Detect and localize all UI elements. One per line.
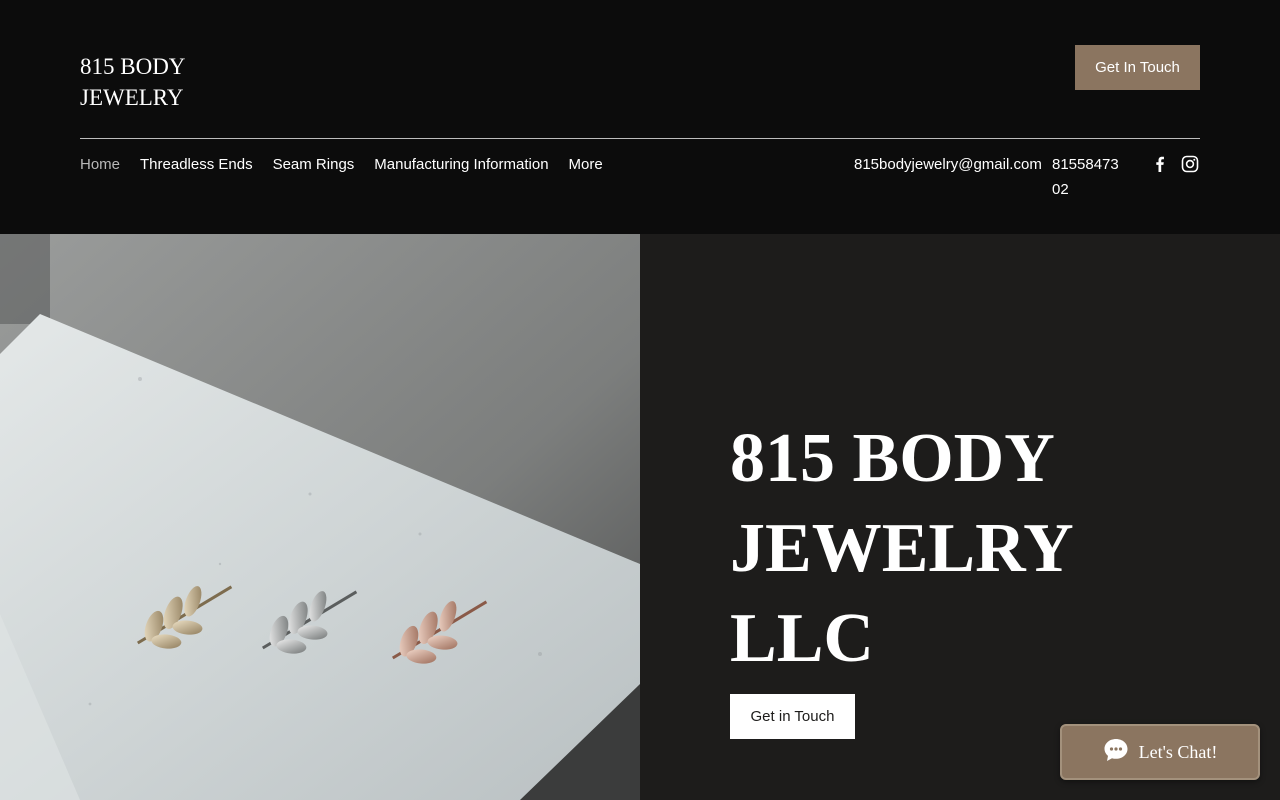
get-in-touch-header-button[interactable]: Get In Touch <box>1075 45 1200 90</box>
facebook-icon[interactable] <box>1151 155 1169 173</box>
hero-panel: 815 BODY JEWELRY LLC Get in Touch <box>640 234 1280 800</box>
nav-item-manufacturing-information[interactable]: Manufacturing Information <box>374 156 548 174</box>
hero-title-line-1: 815 BODY <box>730 420 1055 497</box>
logo-line-1: 815 BODY <box>80 54 186 79</box>
hero-title-line-3: LLC <box>730 600 874 677</box>
chat-widget-button[interactable]: Let's Chat! <box>1060 724 1260 780</box>
instagram-icon[interactable] <box>1181 155 1199 173</box>
main-nav: Home Threadless Ends Seam Rings Manufact… <box>80 156 623 174</box>
contact-phone[interactable]: 8155847302 <box>1052 152 1126 202</box>
site-header: 815 BODY JEWELRY Get In Touch Home Threa… <box>0 0 1280 234</box>
social-links <box>1151 155 1199 173</box>
get-in-touch-hero-button[interactable]: Get in Touch <box>730 694 855 739</box>
hero-title-line-2: JEWELRY <box>730 510 1074 587</box>
nav-item-more[interactable]: More <box>569 156 603 174</box>
chat-bubble-icon <box>1103 737 1129 768</box>
chat-label: Let's Chat! <box>1138 741 1218 762</box>
hero-image-leaf-earrings <box>0 234 640 800</box>
nav-item-seam-rings[interactable]: Seam Rings <box>273 156 355 174</box>
nav-item-home[interactable]: Home <box>80 156 120 174</box>
contact-email[interactable]: 815bodyjewelry@gmail.com <box>854 156 1042 174</box>
site-logo[interactable]: 815 BODY JEWELRY <box>80 51 280 113</box>
header-divider <box>80 138 1200 139</box>
logo-line-2: JEWELRY <box>80 85 184 110</box>
nav-item-threadless-ends[interactable]: Threadless Ends <box>140 156 253 174</box>
hero-title: 815 BODY JEWELRY LLC <box>730 414 1130 684</box>
